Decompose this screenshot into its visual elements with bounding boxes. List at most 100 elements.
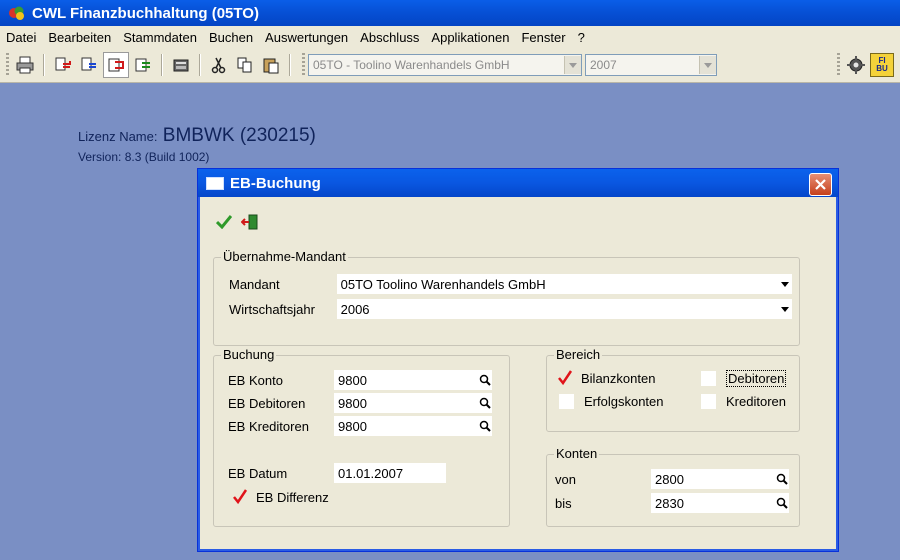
paste-icon (263, 58, 279, 74)
bis-field[interactable]: 2830 (651, 493, 789, 513)
bis-row: bis 2830 (553, 493, 789, 513)
dialog-body: Übernahme-Mandant Mandant 05TO Toolino W… (202, 197, 834, 547)
dialog-title-bar[interactable]: EB-Buchung (198, 169, 838, 197)
toolbar-grip[interactable] (837, 53, 840, 77)
von-row: von 2800 (553, 469, 789, 489)
chevron-down-icon[interactable] (778, 300, 792, 318)
bereich-legend: Bereich (554, 347, 603, 362)
checkbox-box[interactable] (701, 371, 716, 386)
eb-kreditoren-field[interactable]: 9800 (334, 416, 492, 436)
checkmark-icon (216, 215, 232, 229)
eb-differenz-label: EB Differenz (256, 489, 329, 505)
wirtschaftsjahr-row: Wirtschaftsjahr 2006 (227, 299, 792, 319)
search-icon[interactable] (478, 419, 492, 433)
wirtschaftsjahr-label: Wirtschaftsjahr (227, 301, 337, 317)
eb-kreditoren-value: 9800 (338, 418, 367, 434)
app-title-bar[interactable]: CWL Finanzbuchhaltung (05TO) (0, 0, 900, 26)
menu-applikationen[interactable]: Applikationen (425, 30, 515, 45)
close-button[interactable] (809, 173, 832, 196)
buchung-legend: Buchung (221, 347, 277, 362)
ledger-icon (135, 58, 150, 72)
ok-button[interactable] (214, 212, 234, 232)
erfolgskonten-label: Erfolgskonten (584, 394, 664, 409)
wirtschaftsjahr-value: 2006 (340, 301, 370, 317)
license-name-value: BMBWK (230215) (162, 125, 316, 146)
menu-datei[interactable]: Datei (0, 30, 42, 45)
search-icon[interactable] (478, 373, 492, 387)
search-icon[interactable] (478, 396, 492, 410)
eb-konto-row: EB Konto 9800 (226, 370, 492, 390)
debitoren-label: Debitoren (726, 370, 787, 387)
year-combo[interactable]: 2007 (585, 54, 717, 76)
eb-datum-label: EB Datum (226, 465, 334, 481)
eb-datum-value: 01.01.2007 (338, 465, 404, 481)
eb-kreditoren-row: EB Kreditoren 9800 (226, 416, 492, 436)
booking-red-icon (55, 57, 71, 71)
eb-datum-row: EB Datum 01.01.2007 (226, 463, 446, 483)
toolbar-separator (161, 54, 163, 76)
menu-fenster[interactable]: Fenster (515, 30, 571, 45)
menu-abschluss[interactable]: Abschluss (354, 30, 425, 45)
paste-button[interactable] (259, 53, 283, 77)
booking-button-2[interactable] (77, 53, 101, 77)
year-combo-value: 2007 (590, 58, 617, 72)
fibu-label: FI BU (876, 56, 888, 73)
erfolgskonten-checkbox[interactable]: Erfolgskonten (559, 394, 664, 409)
eb-buchung-dialog: EB-Buchung Übernahme-Mandant Mandant 05T… (197, 168, 839, 552)
gear-icon (847, 56, 865, 74)
menu-bearbeiten[interactable]: Bearbeiten (42, 30, 117, 45)
eb-konto-label: EB Konto (226, 372, 334, 388)
copy-button[interactable] (233, 53, 257, 77)
debitoren-checkbox[interactable]: Debitoren (701, 370, 787, 387)
toolbar-grip[interactable] (302, 53, 305, 77)
booking-button-1[interactable] (51, 53, 75, 77)
mandant-value: 05TO Toolino Warenhandels GmbH (340, 276, 546, 292)
mandant-select[interactable]: 05TO Toolino Warenhandels GmbH (336, 274, 792, 294)
cut-button[interactable] (207, 53, 231, 77)
print-button[interactable] (13, 53, 37, 77)
von-label: von (553, 471, 651, 487)
dialog-title: EB-Buchung (230, 174, 321, 192)
checkbox-box[interactable] (559, 394, 574, 409)
checkmark-icon (558, 370, 573, 386)
booking-button-4[interactable] (131, 53, 155, 77)
bilanzkonten-checkbox[interactable]: Bilanzkonten (557, 370, 655, 386)
mandant-label: Mandant (227, 276, 337, 292)
chevron-down-icon[interactable] (564, 56, 581, 74)
license-version: Version: 8.3 (Build 1002) (78, 150, 210, 164)
toolbar-grip[interactable] (6, 53, 9, 77)
menu-help[interactable]: ? (572, 30, 591, 45)
bis-value: 2830 (655, 495, 684, 511)
calculator-icon (173, 59, 189, 72)
menu-buchen[interactable]: Buchen (203, 30, 259, 45)
kreditoren-label: Kreditoren (726, 394, 786, 409)
toolbar-separator (199, 54, 201, 76)
license-name: Lizenz Name: BMBWK (230215) (78, 125, 316, 147)
eb-debitoren-row: EB Debitoren 9800 (226, 393, 492, 413)
eb-differenz-checkbox[interactable]: EB Differenz (232, 489, 329, 505)
settings-button[interactable] (844, 53, 868, 77)
search-icon[interactable] (775, 496, 789, 510)
kreditoren-checkbox[interactable]: Kreditoren (701, 394, 786, 409)
eb-debitoren-field[interactable]: 9800 (334, 393, 492, 413)
eb-konto-field[interactable]: 9800 (334, 370, 492, 390)
menu-auswertungen[interactable]: Auswertungen (259, 30, 354, 45)
calculator-button[interactable] (169, 53, 193, 77)
checkmark-icon (233, 489, 248, 505)
booking-blue-icon (81, 57, 96, 71)
wirtschaftsjahr-select[interactable]: 2006 (336, 299, 792, 319)
exit-door-icon (241, 214, 258, 230)
chevron-down-icon[interactable] (699, 56, 716, 74)
exit-button[interactable] (240, 212, 260, 232)
search-icon[interactable] (775, 472, 789, 486)
checkbox-box[interactable] (701, 394, 716, 409)
booking-button-3[interactable] (103, 52, 129, 78)
bereich-group: Bereich Bilanzkonten Erfolgskonten Debit… (546, 347, 800, 432)
menu-stammdaten[interactable]: Stammdaten (117, 30, 203, 45)
von-field[interactable]: 2800 (651, 469, 789, 489)
chevron-down-icon[interactable] (778, 275, 792, 293)
eb-datum-field[interactable]: 01.01.2007 (334, 463, 446, 483)
fibu-button[interactable]: FI BU (870, 53, 894, 77)
mandant-combo[interactable]: 05TO - Toolino Warenhandels GmbH (308, 54, 582, 76)
app-logo-icon (9, 6, 24, 20)
